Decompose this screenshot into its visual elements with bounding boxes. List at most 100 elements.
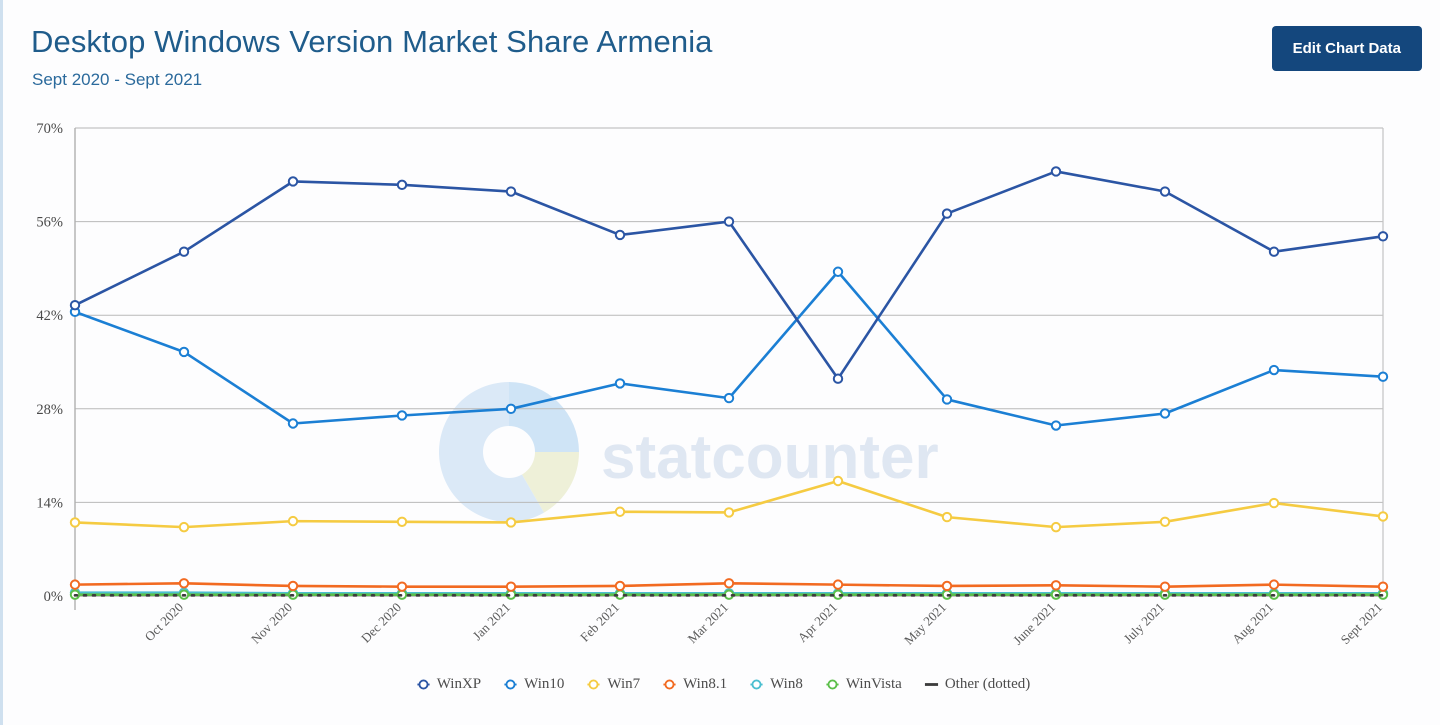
data-point[interactable] [1159, 581, 1171, 592]
y-axis-tick-label: 28% [36, 402, 63, 418]
data-point[interactable] [1377, 581, 1389, 592]
data-point[interactable] [1050, 580, 1062, 591]
data-point[interactable] [832, 266, 844, 277]
data-point[interactable] [396, 516, 408, 527]
data-point[interactable] [941, 511, 953, 523]
chart-container: statcounter 0% 14% 28% 42% 56% 70% Oct 2020 No… [3, 110, 1440, 725]
x-axis-tick-label: Feb 2021 [577, 600, 622, 645]
x-axis-tick-label: July 2021 [1121, 600, 1168, 647]
data-point[interactable] [941, 394, 953, 405]
grid-layer [74, 127, 1384, 610]
data-point[interactable] [1268, 364, 1280, 376]
y-axis-tick-label: 0% [44, 589, 63, 605]
line-chart: statcounter 0% 14% 28% 42% 56% 70% Oct 2020 No… [36, 121, 1389, 648]
data-point[interactable] [723, 507, 735, 518]
data-point[interactable] [1268, 246, 1280, 257]
legend-circle-icon [750, 679, 763, 690]
edit-chart-data-button[interactable]: Edit Chart Data [1271, 26, 1422, 71]
legend-item-win7[interactable]: Win7 [586, 676, 640, 693]
data-point[interactable] [287, 176, 299, 187]
data-point[interactable] [505, 581, 517, 592]
data-point[interactable] [614, 580, 626, 592]
data-point[interactable] [1050, 521, 1062, 533]
data-point[interactable] [723, 392, 735, 404]
data-point[interactable] [723, 578, 735, 589]
legend-circle-icon [417, 679, 430, 690]
data-point[interactable] [69, 517, 81, 528]
x-axis-tick-label: Aug 2021 [1229, 600, 1276, 647]
data-point[interactable] [941, 208, 953, 219]
data-point[interactable] [1050, 166, 1062, 177]
x-axis-tick-label: Oct 2020 [142, 600, 187, 645]
page-title: Desktop Windows Version Market Share Arm… [31, 24, 713, 59]
data-point[interactable] [832, 475, 844, 487]
legend-item-win8-1[interactable]: Win8.1 [662, 676, 727, 693]
x-axis-tick-label: May 2021 [901, 600, 949, 648]
data-point[interactable] [396, 581, 408, 592]
x-axis-tick-label: Sept 2021 [1337, 600, 1385, 648]
y-axis-labels: 0% 14% 28% 42% 56% 70% [36, 121, 63, 605]
data-point[interactable] [832, 373, 844, 384]
x-axis-tick-label: June 2021 [1010, 600, 1058, 648]
series-win10 [69, 266, 1389, 431]
legend-circle-icon [826, 679, 839, 690]
data-point[interactable] [505, 517, 517, 528]
legend-item-other-dotted[interactable]: Other (dotted) [924, 676, 1030, 693]
data-point[interactable] [1268, 497, 1280, 509]
data-point[interactable] [396, 179, 408, 191]
x-axis-tick-label: Jan 2021 [470, 600, 514, 644]
data-point[interactable] [1159, 516, 1171, 527]
svg-text:statcounter: statcounter [601, 423, 939, 492]
data-point[interactable] [614, 378, 626, 389]
legend-label: Win8.1 [683, 676, 728, 692]
legend-label: Other (dotted) [944, 676, 1031, 692]
data-point[interactable] [178, 578, 190, 589]
data-point[interactable] [614, 506, 626, 517]
series-layer [69, 166, 1389, 600]
legend-item-win8[interactable]: Win8 [749, 676, 803, 693]
legend-label: WinXP [436, 676, 482, 692]
legend-item-winvista[interactable]: WinVista [825, 676, 902, 693]
data-point[interactable] [505, 186, 517, 197]
data-point[interactable] [178, 521, 190, 533]
data-point[interactable] [1159, 408, 1171, 419]
data-point[interactable] [287, 418, 299, 429]
chart-header: Desktop Windows Version Market Share Arm… [3, 0, 1440, 110]
data-point[interactable] [1159, 186, 1171, 197]
data-point[interactable] [1377, 231, 1389, 242]
legend-label: Win7 [607, 676, 641, 692]
data-point[interactable] [1050, 420, 1062, 431]
y-axis-tick-label: 56% [36, 215, 63, 231]
data-point[interactable] [178, 246, 190, 257]
legend-item-winxp[interactable]: WinXP [416, 676, 481, 693]
data-point[interactable] [505, 403, 517, 414]
data-point[interactable] [1268, 579, 1280, 590]
legend-label: Win8 [770, 676, 803, 692]
series-winvista [69, 589, 1389, 600]
y-axis-tick-label: 70% [36, 121, 63, 137]
chart-page: Desktop Windows Version Market Share Arm… [0, 0, 1440, 725]
page-subtitle: Sept 2020 - Sept 2021 [32, 70, 203, 89]
data-point[interactable] [396, 410, 408, 421]
data-point[interactable] [614, 229, 626, 241]
data-point[interactable] [287, 580, 299, 592]
legend-circle-icon [504, 679, 517, 690]
data-point[interactable] [1377, 511, 1389, 522]
data-point[interactable] [941, 580, 953, 592]
data-point[interactable] [287, 515, 299, 527]
x-axis-labels: Oct 2020 Nov 2020 Dec 2020 Jan 2021 Feb 2021… [142, 600, 1386, 648]
data-point[interactable] [1377, 371, 1389, 382]
legend-item-win10[interactable]: Win10 [503, 676, 564, 693]
data-point[interactable] [723, 216, 735, 227]
data-point[interactable] [69, 299, 81, 311]
chart-legend: WinXP Win10 Win7 Win8.1 Win8 WinVista Other (d… [3, 676, 1440, 693]
statcounter-watermark: statcounter [438, 382, 939, 522]
x-axis-tick-label: Dec 2020 [358, 600, 404, 646]
y-axis-tick-label: 14% [36, 495, 63, 511]
legend-label: Win10 [524, 676, 565, 692]
x-axis-tick-label: Apr 2021 [795, 600, 841, 646]
legend-line-icon [924, 683, 938, 686]
data-point[interactable] [832, 579, 844, 590]
data-point[interactable] [178, 346, 190, 358]
data-point[interactable] [69, 579, 81, 590]
